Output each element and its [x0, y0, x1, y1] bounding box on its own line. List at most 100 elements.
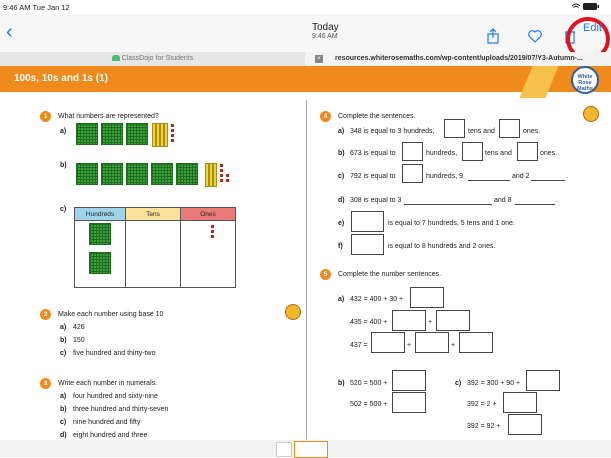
part-label: e) — [338, 220, 345, 227]
part-text: 150 — [73, 337, 85, 344]
sentence-text: hundreds, 9 — [426, 173, 463, 180]
banner-stripe — [519, 66, 559, 98]
classdojo-icon — [111, 55, 120, 62]
answer-box[interactable] — [351, 234, 384, 255]
part-label: c) — [455, 380, 462, 387]
tab-url: resources.whiterosemaths.com/wp-content/… — [335, 55, 583, 62]
sentence-text: tens and — [468, 128, 495, 135]
equation-text: 432 = 400 + 30 + — [350, 296, 404, 303]
hint-badge-icon — [583, 106, 599, 122]
sentence-text: 348 is equal to 3 hundreds, — [350, 128, 435, 135]
sentence-text: 673 is equal to — [350, 150, 396, 157]
share-icon[interactable] — [485, 28, 501, 44]
sentence-text: tens and — [485, 150, 512, 157]
sentence-text: and 2 — [512, 173, 530, 180]
answer-box[interactable] — [499, 119, 520, 138]
part-label: c) — [60, 206, 67, 213]
heart-icon[interactable] — [527, 28, 543, 44]
edit-button[interactable]: Edit — [583, 22, 602, 34]
wifi-battery-icon — [571, 2, 601, 13]
answer-box[interactable] — [371, 332, 405, 353]
answer-box[interactable] — [462, 142, 483, 161]
answer-box[interactable] — [410, 287, 444, 308]
worksheet-banner: 100s, 10s and 1s (1) — [0, 66, 611, 98]
question-text: Complete the sentences. — [338, 113, 416, 120]
part-label: c) — [60, 419, 67, 426]
part-label: f) — [338, 243, 343, 250]
answer-box[interactable] — [459, 332, 493, 353]
sentence-text: ones. — [523, 128, 541, 135]
sentence-text: . — [566, 173, 568, 180]
question-number: 5 — [320, 269, 331, 280]
question-text: What numbers are represented? — [58, 113, 159, 120]
question-number: 1 — [40, 111, 51, 122]
answer-line[interactable] — [468, 180, 510, 181]
question-number: 3 — [40, 378, 51, 389]
answer-box[interactable] — [402, 142, 423, 161]
answer-box[interactable] — [436, 310, 470, 331]
hint-badge-icon — [285, 304, 301, 320]
page-thumbnail-current[interactable] — [294, 441, 328, 458]
equation-text: 437 = — [350, 342, 368, 349]
question-text: Complete the number sentences. — [338, 271, 442, 278]
answer-box[interactable] — [402, 164, 423, 183]
tab-bar: ClassDojo for Students × resources.white… — [0, 52, 611, 67]
sentence-text: 792 is equal to — [350, 173, 396, 180]
part-label: a) — [60, 393, 67, 400]
part-label: a) — [338, 296, 345, 303]
part-text: three hundred and thirty-seven — [73, 406, 169, 413]
page-thumbnail-bar — [0, 440, 611, 458]
question-number: 2 — [40, 309, 51, 320]
plus-sign: + — [451, 342, 456, 349]
worksheet-title: 100s, 10s and 1s (1) — [14, 73, 108, 84]
tab-label: ClassDojo for Students — [121, 55, 194, 62]
equation-text: 520 = 500 + — [350, 380, 388, 387]
answer-box[interactable] — [503, 392, 537, 413]
question-text: Make each number using base 10 — [58, 311, 164, 318]
answer-box[interactable] — [415, 332, 449, 353]
part-label: b) — [60, 337, 67, 344]
answer-box[interactable] — [392, 310, 426, 331]
part-label: a) — [60, 128, 67, 135]
answer-box[interactable] — [444, 119, 465, 138]
part-label: a) — [338, 128, 345, 135]
page-thumbnail[interactable] — [276, 442, 292, 457]
sentence-text: . — [556, 197, 558, 204]
answer-line[interactable] — [515, 204, 555, 205]
header-hundreds: Hundreds — [74, 207, 126, 221]
column-divider — [306, 100, 307, 440]
part-label: b) — [60, 162, 67, 169]
tab-whiterose[interactable]: × resources.whiterosemaths.com/wp-conten… — [305, 52, 611, 66]
answer-line[interactable] — [404, 204, 492, 205]
nav-subtitle: 9:46 AM — [312, 33, 338, 40]
tab-classdojo[interactable]: ClassDojo for Students — [0, 52, 305, 66]
sentence-text: ones. — [540, 150, 558, 157]
answer-box[interactable] — [508, 414, 542, 435]
answer-box[interactable] — [517, 142, 538, 161]
part-label: d) — [338, 197, 345, 204]
header-ones: Ones — [180, 207, 236, 221]
close-tab-icon[interactable]: × — [315, 55, 323, 63]
status-time: 9:46 AM Tue Jan 12 — [3, 3, 70, 12]
answer-box[interactable] — [392, 392, 426, 413]
part-text: eight hundred and three — [73, 432, 148, 439]
white-rose-maths-logo: White Rose Maths — [571, 66, 599, 94]
equation-text: 502 = 500 + — [350, 401, 388, 408]
sentence-text: is equal to 8 hundreds and 2 ones. — [388, 243, 496, 250]
header-tens: Tens — [125, 207, 181, 221]
back-button[interactable]: ‹ — [6, 22, 13, 42]
part-text: 426 — [73, 324, 85, 331]
answer-box[interactable] — [526, 370, 560, 391]
equation-text: 392 = 92 + — [467, 423, 501, 430]
part-text: five hundred and thirty-two — [73, 350, 156, 357]
part-label: d) — [60, 432, 67, 439]
status-bar: 9:46 AM Tue Jan 12 — [0, 0, 611, 14]
plus-sign: + — [428, 319, 433, 326]
sentence-text: 308 is equal to 3 — [350, 197, 402, 204]
answer-box[interactable] — [392, 370, 426, 391]
sentence-text: hundreds, — [426, 150, 458, 157]
navigation-bar: ‹ Today 9:46 AM — [0, 14, 611, 52]
answer-line[interactable] — [531, 180, 565, 181]
answer-box[interactable] — [351, 211, 384, 232]
part-label: b) — [338, 150, 345, 157]
